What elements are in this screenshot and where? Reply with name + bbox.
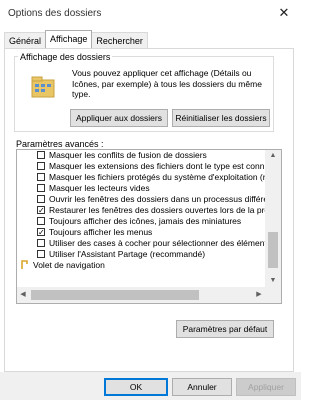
cancel-button[interactable]: Annuler [172, 378, 232, 396]
checkbox[interactable] [37, 217, 45, 225]
horizontal-scrollbar[interactable]: ◀ ▶ [17, 287, 265, 303]
setting-restore-windows[interactable]: ✓ Restaurer les fenêtres des dossiers ou… [17, 205, 265, 216]
horizontal-scroll-thumb[interactable] [31, 290, 199, 300]
apply-to-folders-button[interactable]: Appliquer aux dossiers [70, 109, 168, 127]
checkbox[interactable] [37, 250, 45, 258]
reset-folders-button[interactable]: Réinitialiser les dossiers [172, 109, 270, 127]
scrollbar-corner [265, 287, 281, 303]
setting-sharing-wizard[interactable]: Utiliser l'Assistant Partage (recommandé… [17, 249, 265, 260]
folder-view-legend: Affichage des dossiers [18, 52, 113, 62]
setting-label: Restaurer les fenêtres des dossiers ouve… [49, 205, 265, 215]
navigation-pane-icon [21, 260, 30, 271]
setting-hide-merge-conflicts[interactable]: Masquer les conflits de fusion de dossie… [17, 150, 265, 161]
advanced-settings-list: Masquer les conflits de fusion de dossie… [17, 150, 265, 271]
folder-icon [31, 76, 55, 98]
setting-label: Toujours afficher des icônes, jamais des… [49, 216, 242, 226]
folder-view-description: Vous pouvez appliquer cet affichage (Dét… [72, 68, 262, 99]
checkbox-checked[interactable]: ✓ [37, 206, 45, 215]
checkbox[interactable] [37, 239, 45, 247]
setting-separate-process[interactable]: Ouvrir les fenêtres des dossiers dans un… [17, 194, 265, 205]
apply-button[interactable]: Appliquer [236, 378, 296, 396]
scroll-down-icon[interactable]: ▼ [265, 275, 281, 287]
setting-label: Masquer les conflits de fusion de dossie… [49, 150, 207, 160]
setting-label: Masquer les lecteurs vides [49, 183, 150, 193]
title-bar: Options des dossiers ✕ [0, 0, 301, 26]
scroll-up-icon[interactable]: ▲ [265, 150, 281, 162]
setting-label: Ouvrir les fenêtres des dossiers dans un… [49, 194, 265, 204]
setting-label: Utiliser des cases à cocher pour sélecti… [49, 238, 265, 248]
tab-strip: Général Affichage Rechercher [4, 30, 148, 48]
setting-navigation-pane[interactable]: Volet de navigation [17, 260, 265, 271]
tab-rechercher[interactable]: Rechercher [91, 32, 148, 48]
window-title: Options des dossiers [8, 8, 102, 19]
setting-hide-protected-files[interactable]: Masquer les fichiers protégés du système… [17, 172, 265, 183]
checkbox[interactable] [37, 173, 45, 181]
advanced-settings-tree[interactable]: Masquer les conflits de fusion de dossie… [16, 149, 282, 304]
setting-always-icons[interactable]: Toujours afficher des icônes, jamais des… [17, 216, 265, 227]
tab-general[interactable]: Général [4, 32, 47, 48]
setting-label: Masquer les fichiers protégés du système… [49, 172, 265, 182]
dialog-footer: OK Annuler Appliquer [0, 372, 301, 400]
checkbox[interactable] [37, 184, 45, 192]
setting-use-checkboxes[interactable]: Utiliser des cases à cocher pour sélecti… [17, 238, 265, 249]
close-icon: ✕ [278, 5, 290, 20]
scroll-left-icon[interactable]: ◀ [17, 287, 29, 303]
advanced-settings-label: Paramètres avancés : [16, 139, 104, 149]
ok-button[interactable]: OK [104, 378, 168, 396]
setting-hide-extensions[interactable]: Masquer les extensions des fichiers dont… [17, 161, 265, 172]
checkbox[interactable] [37, 162, 45, 170]
vertical-scrollbar[interactable]: ▲ ▼ [265, 150, 281, 287]
restore-defaults-button[interactable]: Paramètres par défaut [176, 320, 274, 338]
checkbox[interactable] [37, 195, 45, 203]
close-button[interactable]: ✕ [267, 0, 301, 26]
checkbox[interactable] [37, 151, 45, 159]
setting-label: Utiliser l'Assistant Partage (recommandé… [49, 249, 206, 259]
scroll-right-icon[interactable]: ▶ [253, 287, 265, 303]
setting-hide-empty-drives[interactable]: Masquer les lecteurs vides [17, 183, 265, 194]
setting-always-menus[interactable]: ✓ Toujours afficher les menus [17, 227, 265, 238]
setting-label: Toujours afficher les menus [49, 227, 153, 237]
checkbox-checked[interactable]: ✓ [37, 228, 45, 237]
tab-affichage[interactable]: Affichage [45, 30, 93, 48]
setting-label: Masquer les extensions des fichiers dont… [49, 161, 265, 171]
setting-label: Volet de navigation [33, 260, 105, 270]
vertical-scroll-thumb[interactable] [268, 232, 278, 268]
